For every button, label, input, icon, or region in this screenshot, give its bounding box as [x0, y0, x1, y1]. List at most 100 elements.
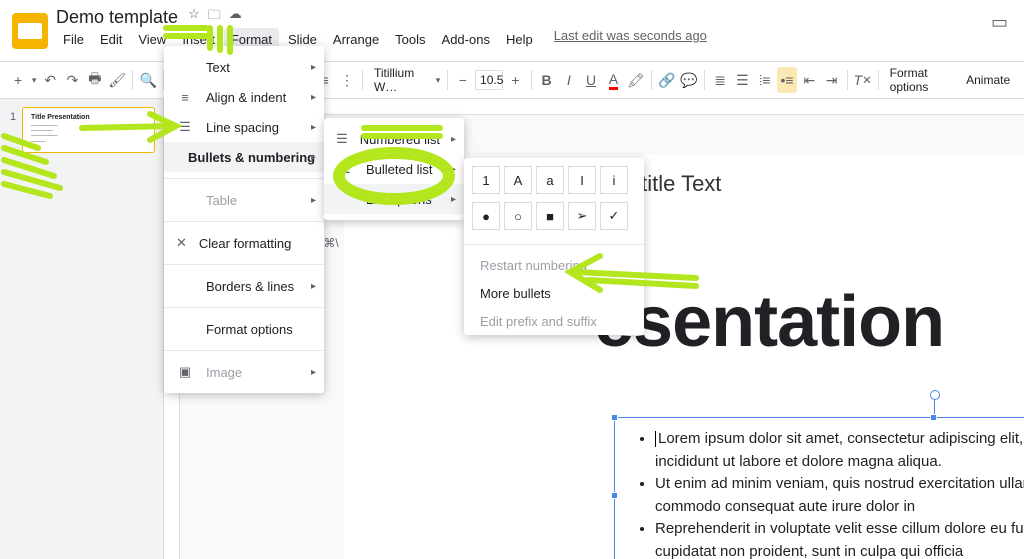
- menu-arrange[interactable]: Arrange: [326, 28, 386, 51]
- move-icon[interactable]: 🗀: [208, 6, 221, 28]
- italic-button[interactable]: I: [559, 67, 579, 93]
- font-size-input[interactable]: 10.5: [475, 70, 503, 90]
- thumb-number: 1: [10, 111, 16, 123]
- bullet-list[interactable]: Lorem ipsum dolor sit amet, consectetur …: [631, 428, 1024, 559]
- slide-thumbnails: 1 Title Presentation ━━━━━━━━━━━━━━━━━━━…: [0, 99, 164, 559]
- menu-bulleted-list[interactable]: ☰Bulleted list: [324, 154, 464, 184]
- opt-square[interactable]: ■: [536, 202, 564, 230]
- resize-handle[interactable]: [611, 414, 618, 421]
- new-slide-button[interactable]: +: [8, 67, 28, 93]
- text-box[interactable]: Lorem ipsum dolor sit amet, consectetur …: [614, 417, 1024, 559]
- last-edit-link[interactable]: Last edit was seconds ago: [554, 28, 707, 51]
- menu-image: ▣Image: [164, 357, 324, 387]
- resize-handle[interactable]: [611, 492, 618, 499]
- rotate-handle[interactable]: [934, 398, 935, 414]
- bold-button[interactable]: B: [536, 67, 556, 93]
- menu-more-bullets[interactable]: More bullets: [464, 279, 644, 307]
- decrease-indent-button[interactable]: ⇤: [799, 67, 819, 93]
- menu-numbered-list[interactable]: ☰Numbered list: [324, 124, 464, 154]
- separator: [447, 70, 448, 90]
- list-options-menu: 1 A a I i ● ○ ■ ➢ ✓ Restart numbering Mo…: [464, 158, 644, 335]
- menu-edit[interactable]: Edit: [93, 28, 129, 51]
- menu-clear-formatting[interactable]: ✕Clear formatting⌘\: [164, 228, 324, 258]
- animate-button[interactable]: Animate: [960, 73, 1016, 87]
- font-size-decrease[interactable]: −: [453, 67, 473, 93]
- menu-bullets-numbering[interactable]: Bullets & numbering: [164, 142, 324, 172]
- menu-align-indent[interactable]: ≡Align & indent: [164, 82, 324, 112]
- separator: [847, 70, 848, 90]
- comment-icon[interactable]: ▭: [991, 12, 1008, 33]
- font-size-increase[interactable]: +: [505, 67, 525, 93]
- line-spacing-button[interactable]: ☰: [732, 67, 752, 93]
- menu-list-options[interactable]: List options: [324, 184, 464, 214]
- opt-1[interactable]: 1: [472, 166, 500, 194]
- line-spacing-icon: ☰: [176, 118, 194, 136]
- options-icon: [176, 320, 194, 338]
- menu-file[interactable]: File: [56, 28, 91, 51]
- opt-i[interactable]: i: [600, 166, 628, 194]
- separator: [878, 70, 879, 90]
- number-style-row: 1 A a I i: [464, 158, 644, 202]
- numbered-icon: ☰: [336, 130, 348, 148]
- thumb-body: ━━━━━━━━━━━━━━━━━━━━━━━━━━━━━━━━━━━━━: [31, 123, 146, 144]
- separator: [531, 70, 532, 90]
- numbered-list-button[interactable]: ⦙≡: [755, 67, 775, 93]
- link-button[interactable]: 🔗: [657, 67, 677, 93]
- separator: [362, 70, 363, 90]
- menubar: File Edit View Insert Format Slide Arran…: [56, 28, 719, 55]
- menu-help[interactable]: Help: [499, 28, 540, 51]
- menu-borders-lines[interactable]: Borders & lines: [164, 271, 324, 301]
- resize-handle[interactable]: [930, 414, 937, 421]
- opt-circle[interactable]: ○: [504, 202, 532, 230]
- menu-line-spacing[interactable]: ☰Line spacing: [164, 112, 324, 142]
- bullets-submenu: ☰Numbered list ☰Bulleted list List optio…: [324, 118, 464, 220]
- image-icon: ▣: [176, 363, 194, 381]
- list-item[interactable]: Reprehenderit in voluptate velit esse ci…: [655, 518, 1024, 559]
- menu-restart-numbering: Restart numbering: [464, 251, 644, 279]
- highlight-button[interactable]: 🖍: [626, 67, 646, 93]
- opt-disc[interactable]: ●: [472, 202, 500, 230]
- document-title[interactable]: Demo template: [56, 7, 178, 28]
- menu-tools[interactable]: Tools: [388, 28, 432, 51]
- menu-addons[interactable]: Add-ons: [435, 28, 497, 51]
- opt-I[interactable]: I: [568, 166, 596, 194]
- align-button[interactable]: ≣: [710, 67, 730, 93]
- paint-format-button[interactable]: 🖌: [107, 67, 127, 93]
- list-item[interactable]: Lorem ipsum dolor sit amet, consectetur …: [655, 428, 1024, 473]
- font-family-select[interactable]: Titillium W…: [368, 66, 432, 94]
- undo-button[interactable]: ↶: [40, 67, 60, 93]
- bulleted-list-button[interactable]: •≡: [777, 67, 797, 93]
- menu-format-options[interactable]: Format options: [164, 314, 324, 344]
- star-icon[interactable]: ☆: [188, 6, 200, 28]
- slide-title[interactable]: Tesentation: [594, 199, 1024, 363]
- comment-button[interactable]: 💬: [679, 67, 699, 93]
- text-color-button[interactable]: A: [603, 67, 623, 93]
- toolbar: + ▾ ↶ ↷ 🖶 🖌 🔍 ▰ ≡ ⋮ Titillium W… ▾ − 10.…: [0, 61, 1024, 99]
- slide-thumbnail-1[interactable]: Title Presentation ━━━━━━━━━━━━━━━━━━━━━…: [22, 107, 155, 153]
- new-slide-dropdown[interactable]: ▾: [30, 67, 38, 93]
- bullet-style-row: ● ○ ■ ➢ ✓: [464, 202, 644, 238]
- cloud-icon[interactable]: ☁: [229, 6, 242, 28]
- align-dropdown[interactable]: ⋮: [337, 67, 357, 93]
- header: Demo template ☆ 🗀 ☁ File Edit View Inser…: [0, 0, 1024, 61]
- opt-a[interactable]: a: [536, 166, 564, 194]
- text-icon: [176, 58, 194, 76]
- clear-icon: ✕: [176, 234, 187, 252]
- borders-icon: [176, 277, 194, 295]
- opt-arrow[interactable]: ➢: [568, 202, 596, 230]
- redo-button[interactable]: ↷: [62, 67, 82, 93]
- font-dropdown[interactable]: ▾: [434, 67, 442, 93]
- thumb-title: Title Presentation: [31, 114, 150, 121]
- list-item[interactable]: Ut enim ad minim veniam, quis nostrud ex…: [655, 473, 1024, 518]
- zoom-button[interactable]: 🔍: [138, 67, 158, 93]
- opt-check[interactable]: ✓: [600, 202, 628, 230]
- print-button[interactable]: 🖶: [85, 67, 105, 93]
- menu-text[interactable]: Text: [164, 52, 324, 82]
- format-options-button[interactable]: Format options: [884, 66, 958, 94]
- clear-format-button[interactable]: T✕: [853, 67, 873, 93]
- list-options-icon: [336, 190, 354, 208]
- opt-A[interactable]: A: [504, 166, 532, 194]
- underline-button[interactable]: U: [581, 67, 601, 93]
- increase-indent-button[interactable]: ⇥: [821, 67, 841, 93]
- slides-logo-icon[interactable]: [12, 13, 48, 49]
